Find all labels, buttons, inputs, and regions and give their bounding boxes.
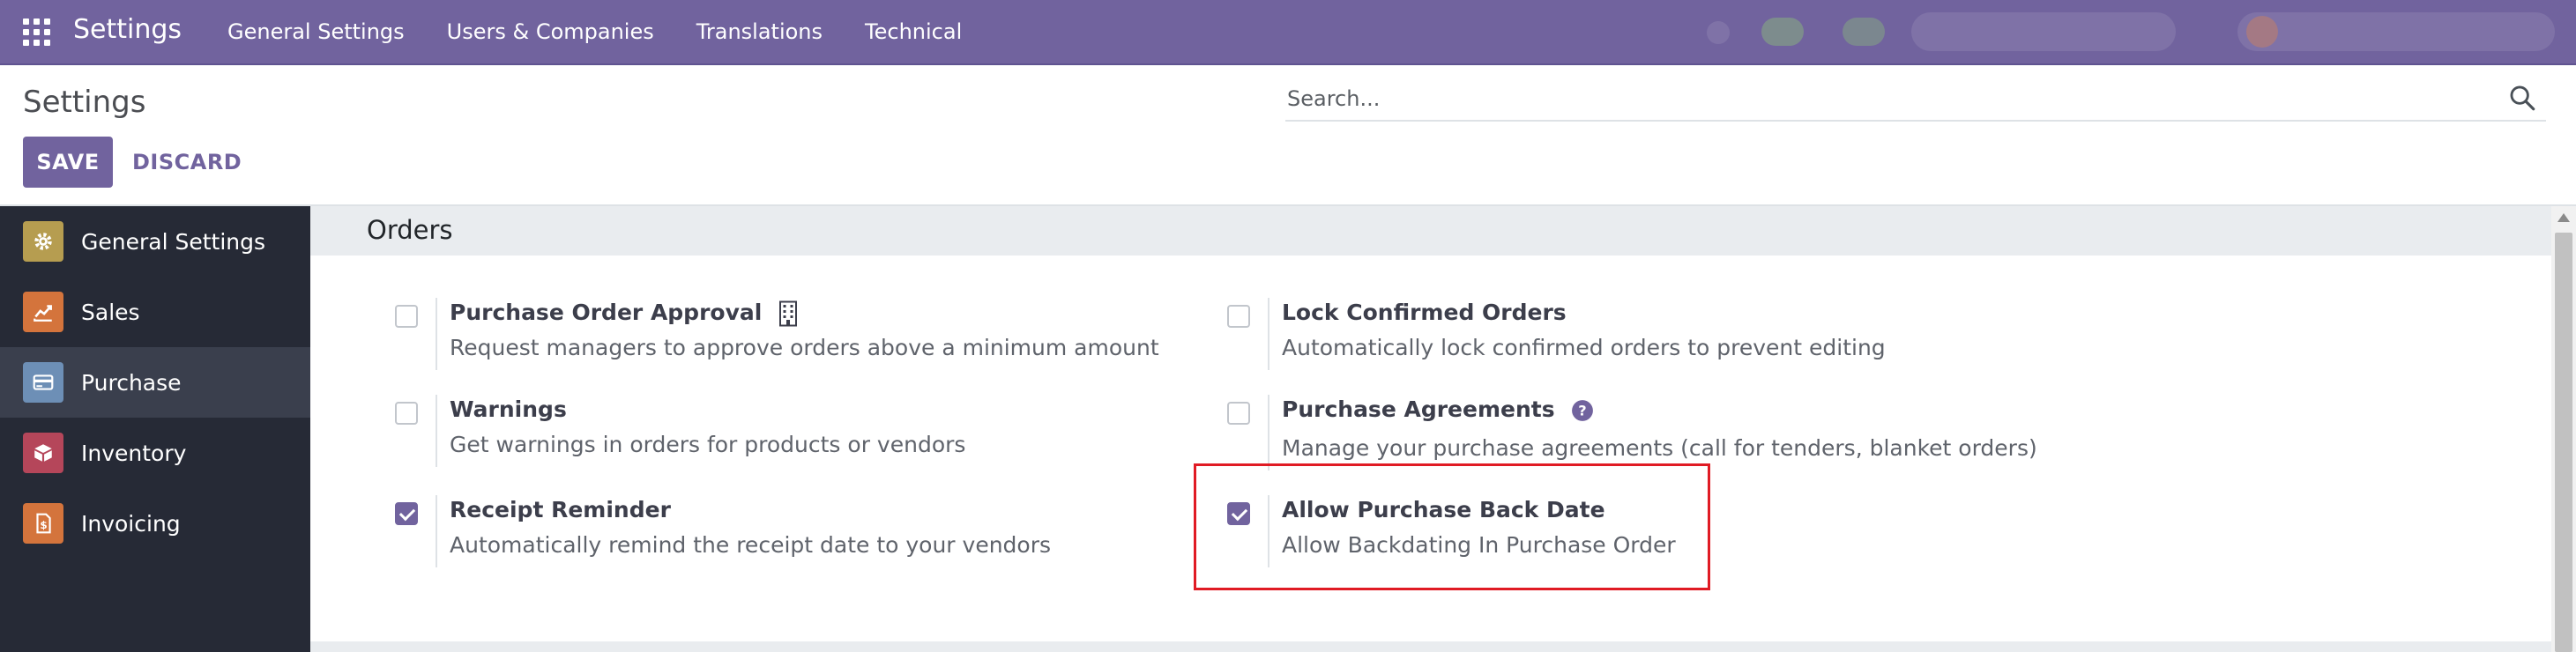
receipt-reminder-checkbox[interactable] — [395, 502, 418, 525]
sidebar-item-label: Invoicing — [81, 510, 181, 537]
app-title: Settings — [73, 14, 182, 45]
setting-lock-confirmed-orders: Lock Confirmed Orders Automatically lock… — [1227, 298, 2109, 377]
sidebar-item-sales[interactable]: Sales — [0, 277, 310, 347]
gear-icon — [23, 221, 63, 262]
activity-icon[interactable] — [1843, 18, 1885, 46]
avatar[interactable] — [2246, 16, 2278, 48]
chat-icon[interactable] — [1761, 18, 1804, 46]
menu-translations[interactable]: Translations — [696, 19, 823, 44]
purchase-agreements-checkbox[interactable] — [1227, 402, 1250, 425]
section-title: Orders — [367, 215, 453, 245]
chart-icon — [23, 292, 63, 332]
setting-purchase-order-approval: Purchase Order Approval Request managers… — [395, 298, 1188, 377]
setting-warnings: Warnings Get warnings in orders for prod… — [395, 395, 1188, 474]
main-menu: General Settings Users & Companies Trans… — [227, 19, 1004, 44]
section-header: Orders — [310, 206, 2551, 256]
discard-button[interactable]: DISCARD — [123, 137, 250, 188]
setting-description: Get warnings in orders for products or v… — [450, 432, 966, 457]
menu-general-settings[interactable]: General Settings — [227, 19, 405, 44]
search-bar — [1285, 78, 2546, 122]
setting-title: Warnings — [450, 396, 567, 422]
invoice-icon: $ — [23, 503, 63, 544]
setting-divider — [1268, 395, 1269, 470]
setting-divider — [436, 495, 437, 567]
search-input[interactable] — [1287, 83, 2468, 115]
setting-description: Automatically lock confirmed orders to p… — [1282, 335, 1886, 360]
user-menu[interactable] — [2237, 12, 2555, 51]
sidebar-item-general-settings[interactable]: General Settings — [0, 206, 310, 277]
company-switcher[interactable] — [1911, 12, 2176, 51]
setting-title: Receipt Reminder — [450, 497, 671, 522]
apps-grid-icon[interactable] — [23, 19, 50, 46]
help-icon[interactable]: ? — [1571, 399, 1594, 422]
setting-divider — [1268, 298, 1269, 370]
highlight-annotation-box — [1194, 463, 1710, 590]
setting-description: Manage your purchase agreements (call fo… — [1282, 435, 2037, 461]
warnings-checkbox[interactable] — [395, 402, 418, 425]
setting-receipt-reminder: Receipt Reminder Automatically remind th… — [395, 495, 1188, 574]
scroll-up-arrow-icon[interactable] — [2557, 213, 2570, 222]
setting-description: Request managers to approve orders above… — [450, 335, 1159, 360]
sidebar-item-inventory[interactable]: Inventory — [0, 418, 310, 488]
setting-description: Automatically remind the receipt date to… — [450, 532, 1052, 558]
section-bottom-band — [310, 641, 2551, 652]
content-scrollbar[interactable] — [2551, 206, 2576, 652]
save-button[interactable]: SAVE — [23, 137, 113, 188]
sidebar-item-purchase[interactable]: Purchase — [0, 347, 310, 418]
systray-icon[interactable] — [1707, 21, 1730, 44]
top-navbar: Settings General Settings Users & Compan… — [0, 0, 2576, 65]
purchase-order-approval-checkbox[interactable] — [395, 305, 418, 328]
setting-title: Purchase Order Approval — [450, 300, 798, 327]
sidebar-item-label: Sales — [81, 299, 140, 325]
setting-title: Lock Confirmed Orders — [1282, 300, 1567, 325]
sidebar-item-label: Purchase — [81, 369, 182, 396]
settings-sidebar: General Settings Sales Purchase Inventor… — [0, 206, 310, 652]
sidebar-item-label: Inventory — [81, 440, 187, 466]
svg-text:$: $ — [40, 519, 47, 531]
menu-users-companies[interactable]: Users & Companies — [447, 19, 654, 44]
setting-title-text: Purchase Order Approval — [450, 300, 763, 325]
credit-card-icon — [23, 362, 63, 403]
menu-technical[interactable]: Technical — [865, 19, 962, 44]
svg-text:?: ? — [1579, 402, 1587, 419]
sidebar-item-invoicing[interactable]: $ Invoicing — [0, 488, 310, 559]
scrollbar-thumb[interactable] — [2555, 233, 2572, 652]
setting-purchase-agreements: Purchase Agreements ? Manage your purcha… — [1227, 395, 2197, 474]
search-icon[interactable] — [2507, 83, 2537, 113]
setting-title: Purchase Agreements ? — [1282, 396, 1594, 422]
setting-divider — [436, 298, 437, 370]
lock-confirmed-orders-checkbox[interactable] — [1227, 305, 1250, 328]
sidebar-item-label: General Settings — [81, 228, 266, 255]
page-title: Settings — [23, 85, 146, 120]
box-icon — [23, 433, 63, 473]
setting-divider — [436, 395, 437, 467]
setting-title-text: Purchase Agreements — [1282, 396, 1555, 422]
building-icon — [779, 300, 798, 327]
